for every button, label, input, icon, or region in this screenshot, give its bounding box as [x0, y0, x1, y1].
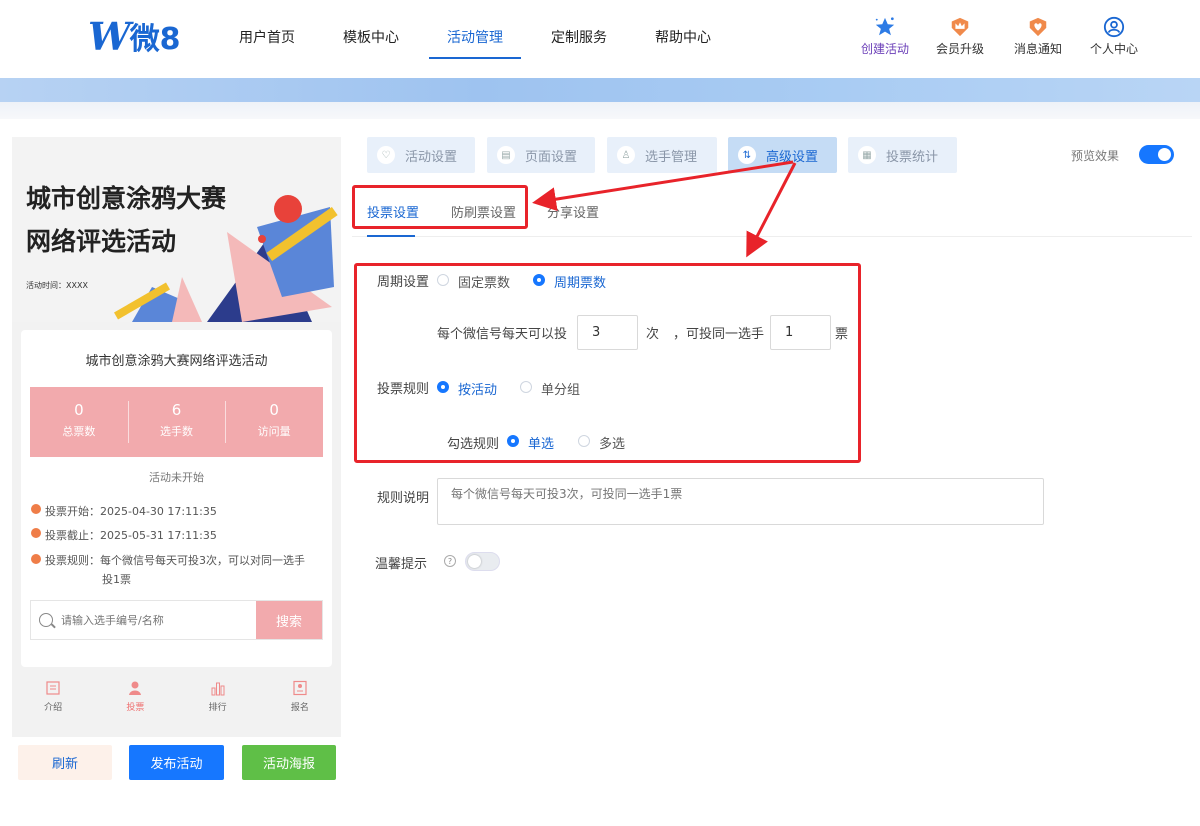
vote-rule-line: 投票规则：每个微信号每天可投3次，可以对同一选手 投1票 — [31, 551, 326, 589]
vote-end-line: 投票截止：2025-05-31 17:11:35 — [31, 527, 217, 543]
banner-strip — [0, 78, 1200, 102]
poster-image: 城市创意涂鸦大赛 网络评选活动 活动时间：XXXX — [12, 137, 341, 322]
vote-start-line: 投票开始：2025-04-30 17:11:35 — [31, 503, 217, 519]
subtab-divider — [352, 236, 1192, 237]
tip-toggle[interactable] — [465, 552, 500, 571]
search-input[interactable] — [31, 601, 256, 639]
form-icon — [293, 680, 307, 696]
nav-help[interactable]: 帮助中心 — [655, 27, 711, 47]
step-advanced-settings[interactable]: ⇅ 高级设置 — [728, 137, 837, 173]
poster-time: 活动时间：XXXX — [26, 281, 88, 290]
logo-text: 微8 — [129, 22, 181, 57]
search-button[interactable]: 搜索 — [256, 601, 322, 639]
subtab-active-indicator — [367, 235, 415, 237]
stat-total-votes: 0 总票数 — [62, 401, 96, 438]
bar-chart-icon — [211, 682, 225, 696]
step-vote-statistics[interactable]: ▦ 投票统计 — [848, 137, 957, 173]
star-icon — [875, 17, 895, 36]
logo-mark: W — [88, 13, 131, 59]
rule-description-label: 规则说明 — [377, 491, 430, 506]
user-icon: ♙ — [617, 146, 635, 164]
person-icon — [129, 681, 142, 695]
create-activity-button[interactable]: 创建活动 — [855, 16, 915, 57]
heart-icon: ♡ — [377, 146, 395, 164]
arrow-to-form — [746, 162, 797, 258]
logo[interactable]: W 微8 — [88, 13, 188, 59]
tab-vote[interactable]: 投票 — [94, 678, 176, 720]
contestant-search: 搜索 — [30, 600, 323, 640]
nav-activity-management[interactable]: 活动管理 — [447, 27, 503, 47]
heart-badge-icon — [1029, 17, 1047, 37]
annotation-box-subtabs — [352, 185, 528, 229]
mobile-preview: 城市创意涂鸦大赛 网络评选活动 活动时间：XXXX 城市创意涂鸦大赛网络评选活动… — [12, 137, 341, 737]
nav-active-indicator — [429, 57, 521, 59]
nav-templates[interactable]: 模板中心 — [343, 27, 399, 47]
publish-button[interactable]: 发布活动 — [129, 745, 224, 780]
preview-toggle-label: 预览效果 — [1071, 149, 1120, 163]
refresh-button[interactable]: 刷新 — [18, 745, 112, 780]
info-dot-icon — [31, 554, 41, 564]
poster-title: 城市创意涂鸦大赛 网络评选活动 — [26, 184, 227, 256]
subtab-share-settings[interactable]: 分享设置 — [547, 202, 599, 221]
crown-badge-icon — [951, 17, 969, 37]
nav-custom-service[interactable]: 定制服务 — [551, 27, 607, 47]
step-activity-settings[interactable]: ♡ 活动设置 — [367, 137, 475, 173]
info-dot-icon — [31, 528, 41, 538]
member-upgrade-button[interactable]: 会员升级 — [930, 16, 990, 57]
tab-signup[interactable]: 报名 — [259, 678, 341, 720]
mobile-tabbar: 介绍 投票 排行 报名 — [12, 678, 341, 720]
stat-contestants: 6 选手数 — [127, 387, 226, 457]
search-icon — [39, 613, 53, 627]
page-icon: ▤ — [497, 146, 515, 164]
notifications-button[interactable]: 消息通知 — [1008, 16, 1068, 57]
poster-button[interactable]: 活动海报 — [242, 745, 336, 780]
stats-icon: ▦ — [858, 146, 876, 164]
rule-description-input[interactable] — [437, 478, 1044, 525]
preview-toggle[interactable] — [1139, 145, 1174, 164]
step-contestant-management[interactable]: ♙ 选手管理 — [607, 137, 717, 173]
banner-shadow — [0, 102, 1200, 119]
card-title: 城市创意涂鸦大赛网络评选活动 — [85, 354, 268, 369]
stat-visits: 0 访问量 — [225, 387, 323, 457]
help-icon[interactable]: ? — [444, 555, 456, 567]
doc-icon — [46, 681, 60, 695]
tab-intro[interactable]: 介绍 — [12, 678, 94, 720]
activity-card: 城市创意涂鸦大赛网络评选活动 0 总票数 6 选手数 0 访问量 活动未开始 投… — [21, 330, 332, 667]
stats-panel: 0 总票数 6 选手数 0 访问量 — [30, 387, 323, 457]
step-page-settings[interactable]: ▤ 页面设置 — [487, 137, 595, 173]
annotation-box-form — [354, 263, 861, 463]
info-dot-icon — [31, 504, 41, 514]
tip-label: 温馨提示 — [375, 557, 428, 572]
profile-button[interactable]: 个人中心 — [1084, 16, 1144, 57]
nav-home[interactable]: 用户首页 — [239, 27, 295, 47]
user-circle-icon — [1103, 16, 1125, 38]
tab-ranking[interactable]: 排行 — [177, 678, 259, 720]
sliders-icon: ⇅ — [738, 146, 756, 164]
activity-status: 活动未开始 — [149, 471, 204, 484]
top-bar: W 微8 用户首页 模板中心 活动管理 定制服务 帮助中心 创建活动 会员升级 … — [0, 0, 1200, 78]
